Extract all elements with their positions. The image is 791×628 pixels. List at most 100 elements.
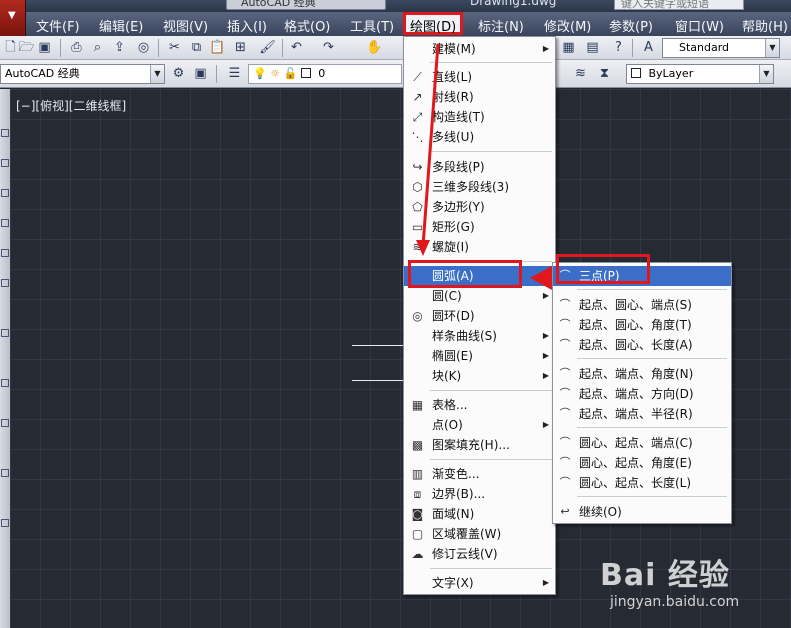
gear-icon[interactable]: ⚙: [170, 65, 187, 82]
undo-icon[interactable]: ↶: [288, 39, 305, 56]
workspace-settings-icon[interactable]: ▣: [192, 65, 209, 82]
text-style-icon[interactable]: A: [640, 39, 657, 56]
menu-tools[interactable]: 工具(T): [350, 16, 394, 35]
arc-start-center-angle[interactable]: ⌒ 起点、圆心、角度(T): [553, 315, 731, 335]
redo-icon[interactable]: ↷: [320, 39, 337, 56]
menu-item-table[interactable]: ▦ 表格...: [404, 395, 555, 415]
arc-start-end-radius[interactable]: ⌒ 起点、端点、半径(R): [553, 404, 731, 424]
chevron-down-icon[interactable]: ▼: [759, 65, 773, 83]
menu-view[interactable]: 视图(V): [163, 16, 208, 35]
arc-tool-icon[interactable]: [1, 249, 9, 257]
new-file-icon[interactable]: 🗋: [2, 39, 19, 56]
copy-base-icon[interactable]: ⊞: [232, 39, 249, 56]
menu-item-boundary[interactable]: ⧈ 边界(B)...: [404, 484, 555, 504]
match-properties-icon[interactable]: 🖌: [259, 39, 276, 56]
save-icon[interactable]: ▣: [36, 39, 53, 56]
spline-tool-icon[interactable]: [1, 329, 9, 337]
arc-center-start-length[interactable]: ⌒ 圆心、起点、长度(L): [553, 473, 731, 493]
donut-icon: ◎: [412, 309, 423, 323]
color-select[interactable]: ByLayer ▼: [626, 64, 774, 84]
menu-item-circle[interactable]: 圆(C) ▶: [404, 286, 555, 306]
text-style-select[interactable]: Standard ▼: [662, 38, 780, 58]
workspace-select[interactable]: AutoCAD 经典 ▼: [0, 64, 165, 84]
paste-icon[interactable]: 📋: [209, 39, 226, 56]
layer-state-icon[interactable]: ≋: [572, 65, 589, 82]
layer-previous-icon[interactable]: ⧗: [596, 65, 613, 82]
menu-edit[interactable]: 编辑(E): [99, 16, 143, 35]
menu-item-gradient[interactable]: ▥ 渐变色...: [404, 464, 555, 484]
menu-item-3d-polyline[interactable]: ⬡ 三维多段线(3): [404, 177, 555, 197]
hatch-tool-icon[interactable]: [1, 419, 9, 427]
menu-item-block[interactable]: 块(K) ▶: [404, 366, 555, 386]
menu-draw[interactable]: 绘图(D): [403, 12, 464, 35]
menu-item-wipeout[interactable]: ▢ 区域覆盖(W): [404, 524, 555, 544]
drawn-line[interactable]: [352, 345, 404, 346]
help-search-input[interactable]: 键入关键字或短语: [614, 0, 744, 10]
ellipse-tool-icon[interactable]: [1, 379, 9, 387]
arc-start-end-angle[interactable]: ⌒ 起点、端点、角度(N): [553, 364, 731, 384]
viewport-controls[interactable]: [−][俯视][二维线框]: [16, 97, 126, 114]
calculator-icon[interactable]: ▤: [584, 39, 601, 56]
layer-select[interactable]: 💡 ☼ 🔓 0: [248, 64, 402, 84]
copy-icon[interactable]: ⧉: [188, 39, 205, 56]
polygon-tool-icon[interactable]: [1, 189, 9, 197]
lock-icon: 🔓: [283, 67, 298, 80]
preview-icon[interactable]: ⌕: [89, 39, 106, 56]
menu-item-ellipse[interactable]: 椭圆(E) ▶: [404, 346, 555, 366]
menu-item-spline[interactable]: 样条曲线(S) ▶: [404, 326, 555, 346]
design-center-icon[interactable]: ▦: [560, 39, 577, 56]
menu-help[interactable]: 帮助(H): [742, 16, 788, 35]
menu-item-donut[interactable]: ◎ 圆环(D): [404, 306, 555, 326]
line-tool-icon[interactable]: [1, 129, 9, 137]
menu-item-helix[interactable]: ≋ 螺旋(I): [404, 237, 555, 257]
arc-start-end-direction[interactable]: ⌒ 起点、端点、方向(D): [553, 384, 731, 404]
application-menu-button[interactable]: ▼: [0, 0, 26, 36]
menu-item-polygon[interactable]: ⬠ 多边形(Y): [404, 197, 555, 217]
text-style-value: Standard: [679, 41, 730, 54]
arc-start-center-length[interactable]: ⌒ 起点、圆心、长度(A): [553, 335, 731, 355]
menu-item-multiline[interactable]: ⋱ 多线(U): [404, 127, 555, 147]
menu-insert[interactable]: 插入(I): [227, 16, 267, 35]
arc-center-start-end[interactable]: ⌒ 圆心、起点、端点(C): [553, 433, 731, 453]
pan-icon[interactable]: ✋: [366, 39, 383, 56]
web-publish-icon[interactable]: ◎: [135, 39, 152, 56]
layer-manager-icon[interactable]: ☰: [226, 65, 243, 82]
submenu-arrow-icon: ▶: [542, 578, 549, 587]
menu-window[interactable]: 窗口(W): [675, 16, 724, 35]
arc-start-center-end[interactable]: ⌒ 起点、圆心、端点(S): [553, 295, 731, 315]
help-icon[interactable]: ?: [610, 39, 627, 56]
menu-item-text[interactable]: 文字(X) ▶: [404, 573, 555, 593]
menu-item-hatch[interactable]: ▩ 图案填充(H)...: [404, 435, 555, 455]
table-tool-icon[interactable]: [1, 469, 9, 477]
menu-item-polyline[interactable]: ↪ 多段线(P): [404, 157, 555, 177]
menu-item-point[interactable]: 点(O) ▶: [404, 415, 555, 435]
rectangle-tool-icon[interactable]: [1, 219, 9, 227]
menu-parametric[interactable]: 参数(P): [609, 16, 653, 35]
menu-modify[interactable]: 修改(M): [544, 16, 591, 35]
text-tool-icon[interactable]: [1, 519, 9, 527]
menu-item-line[interactable]: ⟋ 直线(L): [404, 67, 555, 87]
menu-item-modeling[interactable]: 建模(M) ▶: [404, 39, 555, 59]
chevron-down-icon[interactable]: ▼: [765, 39, 779, 57]
open-folder-icon[interactable]: 🗁: [18, 39, 35, 56]
workspace-title-field[interactable]: AutoCAD 经典: [226, 0, 386, 10]
menu-format[interactable]: 格式(O): [284, 16, 330, 35]
drawn-line[interactable]: [352, 380, 404, 381]
menu-dimension[interactable]: 标注(N): [478, 16, 524, 35]
menu-item-rectangle[interactable]: ▭ 矩形(G): [404, 217, 555, 237]
menu-item-xline[interactable]: ⤢ 构造线(T): [404, 107, 555, 127]
arc-center-start-angle[interactable]: ⌒ 圆心、起点、角度(E): [553, 453, 731, 473]
polyline-tool-icon[interactable]: [1, 159, 9, 167]
arc-continue[interactable]: ↩ 继续(O): [553, 502, 731, 522]
menu-file[interactable]: 文件(F): [36, 16, 80, 35]
publish-icon[interactable]: ⇪: [111, 39, 128, 56]
circle-tool-icon[interactable]: [1, 279, 9, 287]
chevron-down-icon[interactable]: ▼: [150, 65, 164, 83]
cut-icon[interactable]: ✂: [166, 39, 183, 56]
menu-item-ray[interactable]: ↗ 射线(R): [404, 87, 555, 107]
submenu-arrow-icon: ▶: [542, 371, 549, 380]
menu-item-region[interactable]: ◙ 面域(N): [404, 504, 555, 524]
menu-item-revcloud[interactable]: ☁ 修订云线(V): [404, 544, 555, 564]
toolbar-separator: [216, 65, 217, 83]
print-icon[interactable]: ⎙: [68, 39, 85, 56]
